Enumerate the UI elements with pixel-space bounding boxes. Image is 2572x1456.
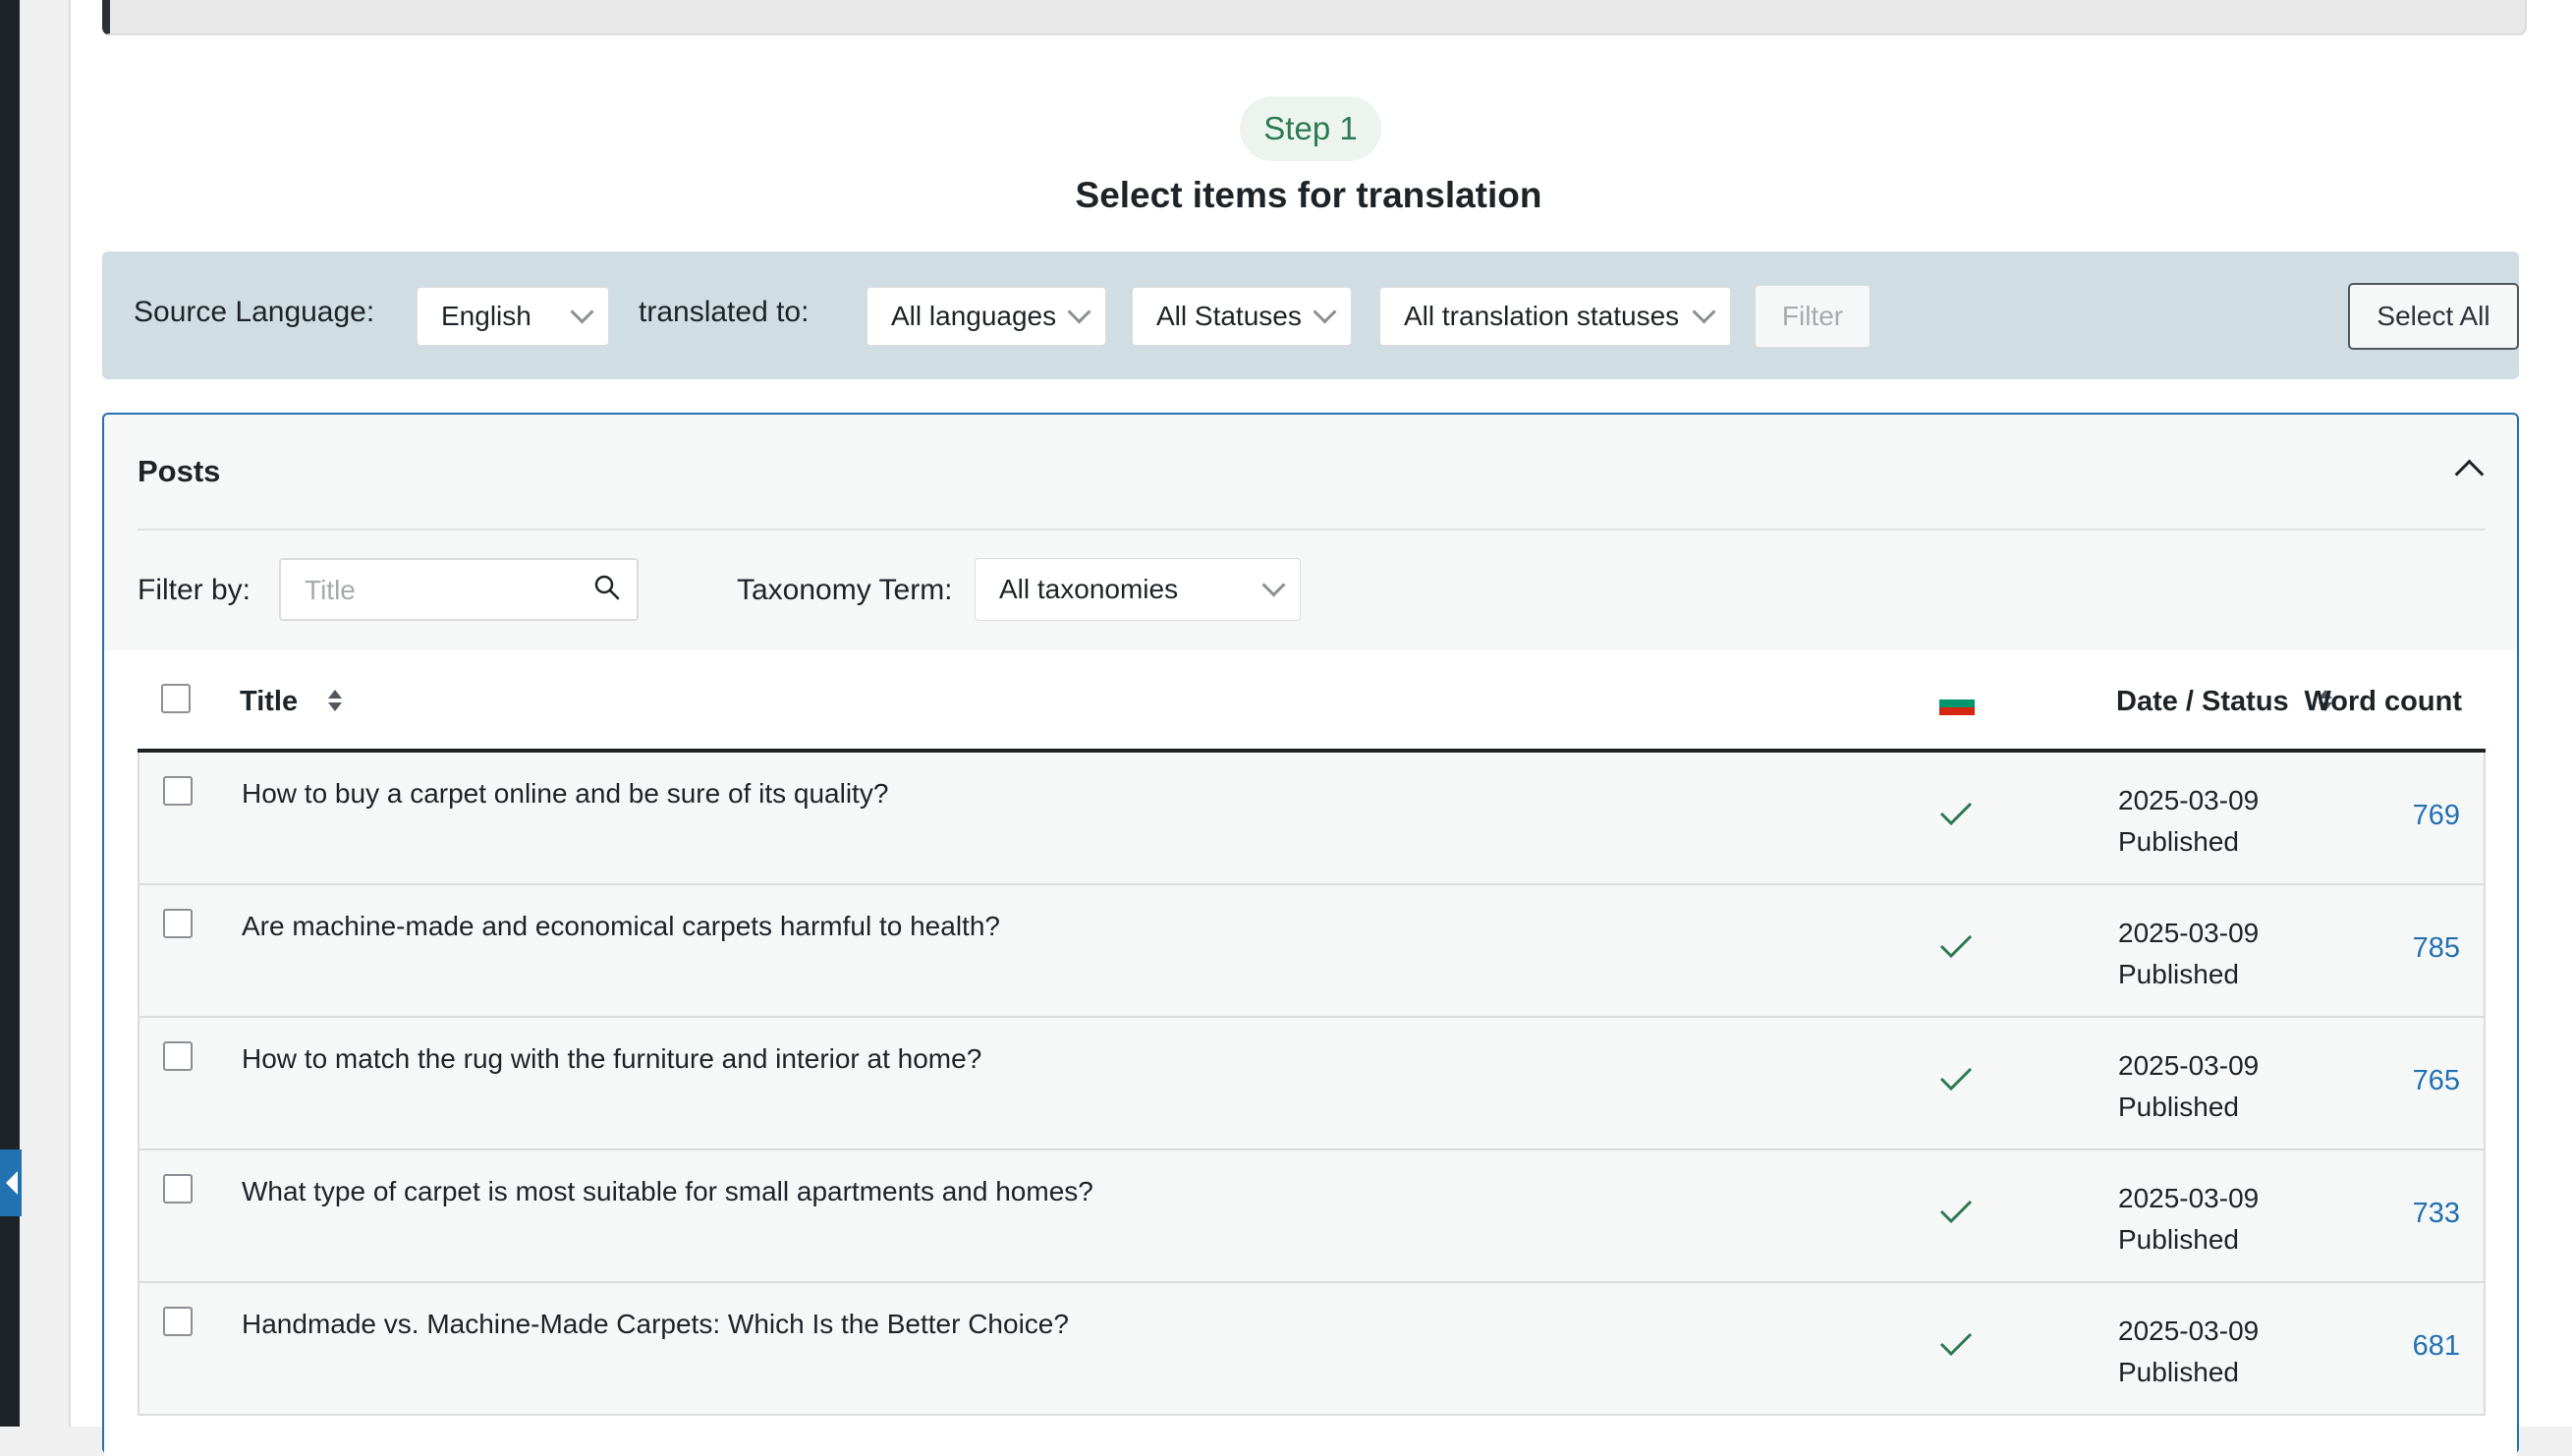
checkmark-icon <box>1939 1067 1973 1092</box>
row-status: Published <box>2118 959 2239 989</box>
table-row[interactable]: How to match the rug with the furniture … <box>138 1018 2486 1150</box>
previous-section-strip <box>102 0 2527 35</box>
translation-status-value: All translation statuses <box>1404 301 1680 331</box>
target-language-value: All languages <box>891 301 1057 331</box>
table-body: How to buy a carpet online and be sure o… <box>138 753 2486 1416</box>
row-title: What type of carpet is most suitable for… <box>242 1176 1093 1206</box>
chevron-down-icon <box>1692 300 1716 324</box>
translation-status-select[interactable]: All translation statuses <box>1379 287 1731 346</box>
table-header: Title Date / Status Word count <box>138 650 2486 753</box>
taxonomy-value: All taxonomies <box>999 574 1179 604</box>
checkmark-icon <box>1939 1332 1973 1357</box>
filter-by-label: Filter by: <box>138 574 252 606</box>
column-word-count: Word count <box>2304 686 2462 717</box>
row-date-status: 2025-03-09 Published <box>2118 1178 2259 1260</box>
checkmark-icon <box>1939 1200 1973 1224</box>
checkmark-icon <box>1939 934 1973 959</box>
row-title: Are machine-made and economical carpets … <box>242 911 1000 941</box>
collapse-menu-icon[interactable] <box>0 1149 22 1216</box>
row-date-status: 2025-03-09 Published <box>2118 780 2259 863</box>
column-date-status[interactable]: Date / Status <box>2116 686 2289 718</box>
posts-table: Title Date / Status Word count How to bu… <box>104 650 2517 1456</box>
row-date-status: 2025-03-09 Published <box>2118 1311 2259 1393</box>
translated-to-label: translated to: <box>639 296 810 328</box>
filter-bar: Source Language: English translated to: … <box>102 252 2519 379</box>
status-value: All Statuses <box>1156 301 1302 331</box>
checkmark-icon <box>1939 802 1973 826</box>
source-language-value: English <box>441 301 531 331</box>
chevron-down-icon <box>1261 573 1286 597</box>
row-status: Published <box>2118 1357 2239 1387</box>
row-checkbox[interactable] <box>163 1174 193 1204</box>
table-row[interactable]: What type of carpet is most suitable for… <box>138 1150 2486 1283</box>
taxonomy-select[interactable]: All taxonomies <box>975 558 1301 621</box>
sort-icon[interactable] <box>326 688 344 713</box>
row-date: 2025-03-09 <box>2118 1316 2260 1346</box>
main-content: Step 1 Select items for translation Sour… <box>69 0 2572 1456</box>
bulgarian-flag-icon <box>1939 692 1975 715</box>
row-word-count[interactable]: 769 <box>2413 800 2460 832</box>
row-date: 2025-03-09 <box>2118 1183 2260 1213</box>
title-search-input[interactable] <box>303 572 572 609</box>
row-checkbox[interactable] <box>163 909 193 938</box>
row-status: Published <box>2118 1092 2239 1122</box>
posts-panel-title: Posts <box>138 454 221 488</box>
filter-button[interactable]: Filter <box>1755 285 1871 348</box>
target-language-select[interactable]: All languages <box>867 287 1106 346</box>
chevron-up-icon[interactable] <box>2454 459 2485 489</box>
column-title[interactable]: Title <box>240 686 298 718</box>
row-date-status: 2025-03-09 Published <box>2118 913 2259 995</box>
row-status: Published <box>2118 1224 2239 1255</box>
taxonomy-term-label: Taxonomy Term: <box>737 574 953 606</box>
row-title: How to match the rug with the furniture … <box>242 1043 982 1074</box>
row-date: 2025-03-09 <box>2118 1050 2260 1081</box>
chevron-down-icon <box>570 300 594 324</box>
table-row[interactable]: How to buy a carpet online and be sure o… <box>138 753 2486 885</box>
table-row[interactable]: Are machine-made and economical carpets … <box>138 885 2486 1018</box>
select-all-button[interactable]: Select All <box>2348 283 2519 350</box>
title-search-field[interactable] <box>279 558 639 621</box>
source-language-select[interactable]: English <box>417 287 609 346</box>
row-checkbox[interactable] <box>163 1041 193 1071</box>
select-all-checkbox[interactable] <box>161 684 191 713</box>
step-title: Select items for translation <box>1075 175 1542 215</box>
row-checkbox[interactable] <box>163 1307 193 1336</box>
row-word-count[interactable]: 765 <box>2413 1065 2460 1097</box>
chevron-down-icon <box>1313 300 1337 324</box>
row-status: Published <box>2118 826 2239 857</box>
search-icon[interactable] <box>593 574 621 601</box>
row-word-count[interactable]: 681 <box>2413 1330 2460 1363</box>
table-row[interactable]: Handmade vs. Machine-Made Carpets: Which… <box>138 1283 2486 1416</box>
row-word-count[interactable]: 785 <box>2413 932 2460 965</box>
step-badge: Step 1 <box>1240 96 1381 161</box>
row-date: 2025-03-09 <box>2118 785 2260 815</box>
posts-panel: Posts Filter by: Taxonomy Term: All taxo… <box>102 413 2519 1456</box>
row-date: 2025-03-09 <box>2118 918 2260 948</box>
row-title: Handmade vs. Machine-Made Carpets: Which… <box>242 1309 1069 1339</box>
divider <box>138 529 2486 531</box>
chevron-down-icon <box>1067 300 1091 324</box>
row-date-status: 2025-03-09 Published <box>2118 1045 2259 1128</box>
source-language-label: Source Language: <box>134 296 375 328</box>
row-checkbox[interactable] <box>163 776 193 806</box>
row-title: How to buy a carpet online and be sure o… <box>242 778 889 809</box>
status-select[interactable]: All Statuses <box>1132 287 1352 346</box>
row-word-count[interactable]: 733 <box>2413 1198 2460 1230</box>
